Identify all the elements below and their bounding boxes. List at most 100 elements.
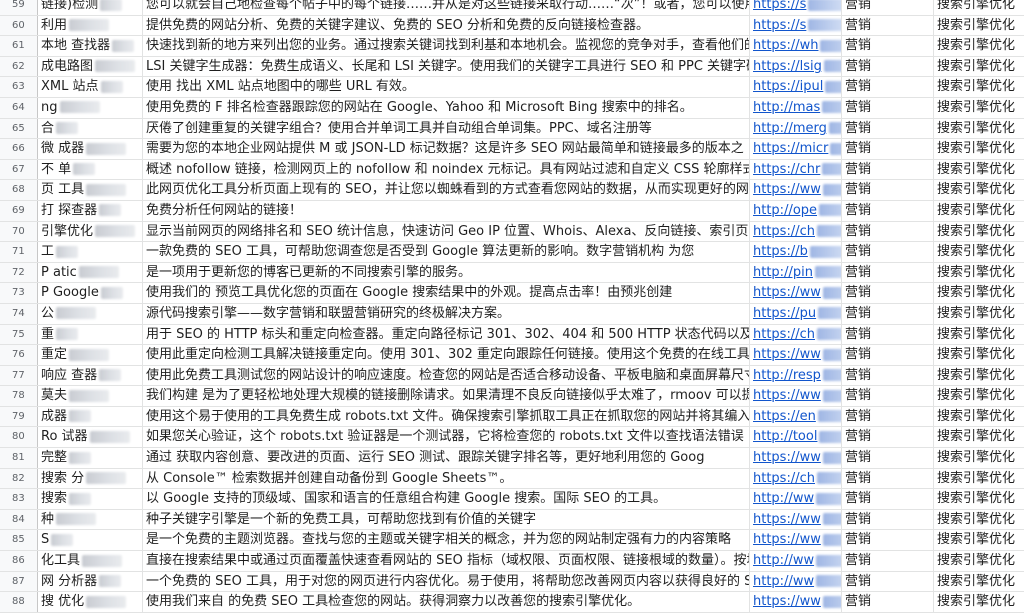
- table-row[interactable]: 78 莫夫 我们构建 是为了更轻松地处理大规模的链接删除请求。如果清理不良反向链…: [0, 386, 1024, 407]
- table-row[interactable]: 87 网 分析器 一个免费的 SEO 工具，用于对您的网页进行内容优化。易于使用…: [0, 571, 1024, 593]
- url-link-cell[interactable]: https://ww: [750, 530, 842, 551]
- subcategory-cell[interactable]: 搜索引擎优化: [934, 407, 1024, 427]
- subcategory-cell[interactable]: 搜索引擎优化: [934, 77, 1024, 97]
- table-row[interactable]: 73 P Google 使用我们的 预览工具优化您的页面在 Google 搜索结…: [0, 283, 1024, 304]
- category-cell[interactable]: 营销: [842, 180, 934, 200]
- url-link-cell[interactable]: http://merg: [750, 118, 842, 139]
- url-link-cell[interactable]: https://en: [750, 406, 842, 427]
- subcategory-cell[interactable]: 搜索引擎优化: [934, 139, 1024, 159]
- subcategory-cell[interactable]: 搜索引擎优化: [934, 366, 1024, 386]
- table-row[interactable]: 77 响应 查器 使用此免费工具测试您的网站设计的响应速度。检查您的网站是否适合…: [0, 365, 1024, 387]
- tool-name-cell[interactable]: 不 单: [38, 159, 143, 180]
- row-number[interactable]: 84: [0, 509, 38, 530]
- table-row[interactable]: 76 重定 使用此重定向检测工具解决链接重定向。使用 301、302 重定向跟踪…: [0, 345, 1024, 366]
- description-cell[interactable]: 使用我们来自 的免费 SEO 工具检查您的网站。获得洞察力以改善您的搜索引擎优化…: [143, 592, 750, 612]
- description-cell[interactable]: 通过 获取内容创意、要改进的页面、运行 SEO 测试、跟踪关键字排名等，更好地利…: [143, 448, 750, 468]
- url-link-cell[interactable]: https://ch: [750, 468, 842, 489]
- description-cell[interactable]: 概述 nofollow 链接，检测网页上的 nofollow 和 noindex…: [143, 159, 750, 180]
- category-cell[interactable]: 营销: [842, 468, 934, 489]
- url-link-cell[interactable]: http://ope: [750, 200, 842, 221]
- row-number[interactable]: 65: [0, 118, 38, 139]
- table-row[interactable]: 79 成器 使用这个易于使用的工具免费生成 robots.txt 文件。确保搜索…: [0, 406, 1024, 428]
- row-number[interactable]: 61: [0, 36, 38, 56]
- category-cell[interactable]: 营销: [842, 509, 934, 530]
- table-row[interactable]: 63 XML 站点 使用 找出 XML 站点地图中的哪些 URL 有效。 htt…: [0, 77, 1024, 98]
- url-link-cell[interactable]: https://chr: [750, 159, 842, 180]
- row-number[interactable]: 85: [0, 530, 38, 551]
- description-cell[interactable]: 快速找到新的地方来列出您的业务。通过搜索关键词找到利基和本地机会。监视您的竞争对…: [143, 36, 750, 56]
- row-number[interactable]: 70: [0, 221, 38, 242]
- row-number[interactable]: 71: [0, 242, 38, 262]
- row-number[interactable]: 64: [0, 97, 38, 118]
- url-link-cell[interactable]: https://b: [750, 242, 842, 262]
- row-number[interactable]: 62: [0, 56, 38, 77]
- category-cell[interactable]: 营销: [842, 36, 934, 56]
- description-cell[interactable]: 是一个免费的主题浏览器。查找与您的主题或关键字相关的概念，并为您的网站制定强有力…: [143, 530, 750, 551]
- tool-name-cell[interactable]: S: [38, 530, 143, 551]
- row-number[interactable]: 60: [0, 15, 38, 36]
- table-row[interactable]: 82 搜索 分 从 Console™ 检索数据并创建自动备份到 Google S…: [0, 468, 1024, 490]
- category-cell[interactable]: 营销: [842, 97, 934, 118]
- tool-name-cell[interactable]: 成电路图: [38, 56, 143, 77]
- subcategory-cell[interactable]: 搜索引擎优化: [934, 180, 1024, 200]
- table-row[interactable]: 61 本地 查找器 快速找到新的地方来列出您的业务。通过搜索关键词找到利基和本地…: [0, 36, 1024, 57]
- subcategory-cell[interactable]: 搜索引擎优化: [934, 469, 1024, 489]
- subcategory-cell[interactable]: 搜索引擎优化: [934, 16, 1024, 36]
- description-cell[interactable]: 一个免费的 SEO 工具，用于对您的网页进行内容优化。易于使用，将帮助您改善网页…: [143, 571, 750, 592]
- description-cell[interactable]: 用于 SEO 的 HTTP 标头和重定向检查器。重定向路径标记 301、302、…: [143, 324, 750, 345]
- category-cell[interactable]: 营销: [842, 324, 934, 345]
- table-row[interactable]: 71 工 一款免费的 SEO 工具，可帮助您调查您是否受到 Google 算法更…: [0, 242, 1024, 263]
- row-number[interactable]: 72: [0, 262, 38, 283]
- category-cell[interactable]: 营销: [842, 242, 934, 262]
- url-link-cell[interactable]: https://ww: [750, 283, 842, 303]
- url-link-cell[interactable]: https://ch: [750, 221, 842, 242]
- subcategory-cell[interactable]: 搜索引擎优化: [934, 263, 1024, 283]
- tool-name-cell[interactable]: 搜 优化: [38, 592, 143, 612]
- tool-name-cell[interactable]: 微 成器: [38, 139, 143, 159]
- tool-name-cell[interactable]: P Google: [38, 283, 143, 303]
- description-cell[interactable]: 使用此免费工具测试您的网站设计的响应速度。检查您的网站是否适合移动设备、平板电脑…: [143, 365, 750, 386]
- url-link-cell[interactable]: http://pin: [750, 262, 842, 283]
- subcategory-cell[interactable]: 搜索引擎优化: [934, 36, 1024, 56]
- url-link-cell[interactable]: https://ipul: [750, 77, 842, 97]
- description-cell[interactable]: 我们构建 是为了更轻松地处理大规模的链接删除请求。如果清理不良反向链接似乎太难了…: [143, 386, 750, 406]
- tool-name-cell[interactable]: 重: [38, 324, 143, 345]
- row-number[interactable]: 74: [0, 303, 38, 324]
- row-number[interactable]: 69: [0, 200, 38, 221]
- url-link-cell[interactable]: http://ww: [750, 551, 842, 571]
- table-row[interactable]: 74 公 源代码搜索引擎——数字营销和联盟营销研究的终极解决方案。 https:…: [0, 303, 1024, 325]
- url-link-cell[interactable]: http://resp: [750, 365, 842, 386]
- tool-name-cell[interactable]: XML 站点: [38, 77, 143, 97]
- url-link-cell[interactable]: https://micr: [750, 139, 842, 159]
- category-cell[interactable]: 营销: [842, 345, 934, 365]
- category-cell[interactable]: 营销: [842, 303, 934, 324]
- url-link-cell[interactable]: https://wh: [750, 36, 842, 56]
- row-number[interactable]: 81: [0, 448, 38, 468]
- url-link-cell[interactable]: https://pu: [750, 303, 842, 324]
- subcategory-cell[interactable]: 搜索引擎优化: [934, 283, 1024, 303]
- category-cell[interactable]: 营销: [842, 77, 934, 97]
- url-link-cell[interactable]: https://ww: [750, 592, 842, 612]
- category-cell[interactable]: 营销: [842, 530, 934, 551]
- category-cell[interactable]: 营销: [842, 221, 934, 242]
- tool-name-cell[interactable]: 完整: [38, 448, 143, 468]
- category-cell[interactable]: 营销: [842, 15, 934, 36]
- table-row[interactable]: 68 页 工具 此网页优化工具分析页面上现有的 SEO，并让您以蜘蛛看到的方式查…: [0, 180, 1024, 201]
- row-number[interactable]: 87: [0, 571, 38, 592]
- tool-name-cell[interactable]: 链接)检测: [38, 0, 143, 15]
- subcategory-cell[interactable]: 搜索引擎优化: [934, 222, 1024, 242]
- tool-name-cell[interactable]: 搜索 分: [38, 468, 143, 489]
- tool-name-cell[interactable]: 利用: [38, 15, 143, 36]
- description-cell[interactable]: 提供免费的网站分析、免费的关键字建议、免费的 SEO 分析和免费的反向链接检查器…: [143, 15, 750, 36]
- tool-name-cell[interactable]: 莫夫: [38, 386, 143, 406]
- row-number[interactable]: 78: [0, 386, 38, 406]
- category-cell[interactable]: 营销: [842, 592, 934, 612]
- subcategory-cell[interactable]: 搜索引擎优化: [934, 98, 1024, 118]
- category-cell[interactable]: 营销: [842, 551, 934, 571]
- tool-name-cell[interactable]: 打 探查器: [38, 200, 143, 221]
- tool-name-cell[interactable]: 页 工具: [38, 180, 143, 200]
- category-cell[interactable]: 营销: [842, 283, 934, 303]
- table-row[interactable]: 70 引擎优化 显示当前网页的网络排名和 SEO 统计信息，快速访问 Geo I…: [0, 221, 1024, 243]
- tool-name-cell[interactable]: 种: [38, 509, 143, 530]
- description-cell[interactable]: 使用免费的 F 排名检查器跟踪您的网站在 Google、Yahoo 和 Micr…: [143, 97, 750, 118]
